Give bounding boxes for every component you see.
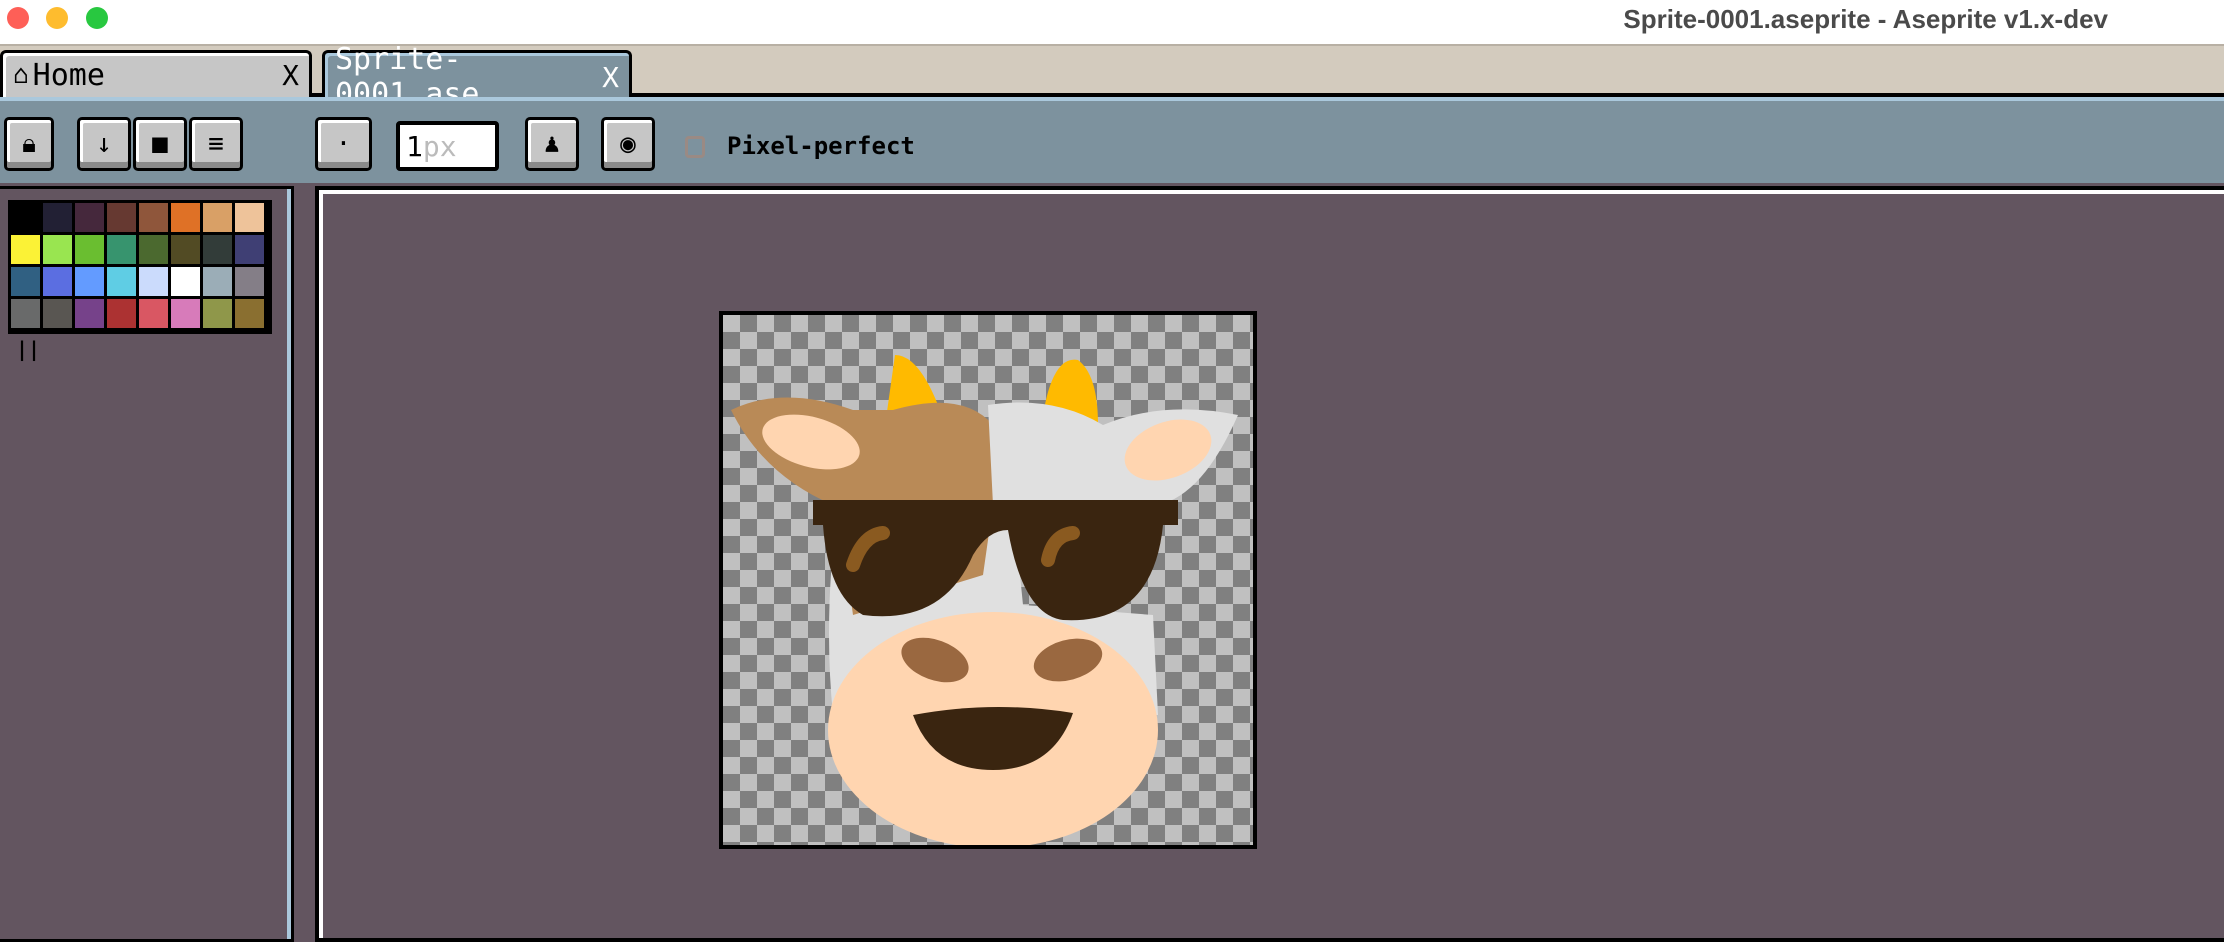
- dot-icon: ·: [335, 129, 352, 159]
- palette-swatch[interactable]: [171, 299, 200, 328]
- menu-icon: ≡: [208, 129, 224, 159]
- palette-swatch[interactable]: [43, 299, 72, 328]
- palette-swatch[interactable]: [107, 235, 136, 264]
- palette-swatch[interactable]: [11, 299, 40, 328]
- palette-swatch[interactable]: [75, 299, 104, 328]
- palette-swatch[interactable]: [43, 203, 72, 232]
- home-icon: ⌂: [13, 60, 29, 90]
- palette-swatch[interactable]: [203, 235, 232, 264]
- sort-down-button[interactable]: ↓: [77, 117, 131, 171]
- palette-swatch[interactable]: [171, 235, 200, 264]
- cow-sprite-image: [731, 355, 1238, 848]
- ink-button[interactable]: ♟: [525, 117, 579, 171]
- context-toolbar: 🔒︎ ↓ ■ ≡ · 1 px ♟ ◉ Pixel-perfect: [0, 97, 2224, 183]
- palette-swatch[interactable]: [235, 203, 264, 232]
- window-title: Sprite-0001.aseprite - Aseprite v1.x-dev: [1623, 4, 2108, 34]
- options-menu-button[interactable]: ≡: [189, 117, 243, 171]
- document-icon: ■: [152, 129, 168, 159]
- close-icon[interactable]: X: [602, 61, 619, 94]
- palette-swatch[interactable]: [139, 203, 168, 232]
- palette-swatch[interactable]: [235, 299, 264, 328]
- title-bar: Sprite-0001.aseprite - Aseprite v1.x-dev: [0, 0, 2224, 46]
- dynamics-button[interactable]: ◉: [601, 117, 655, 171]
- brush-size-unit: px: [422, 129, 457, 163]
- palette-swatch[interactable]: [43, 267, 72, 296]
- ink-bottle-icon: ♟: [544, 129, 560, 159]
- tab-home[interactable]: ⌂ Home X: [0, 50, 312, 97]
- pixel-perfect-checkbox[interactable]: [685, 136, 705, 158]
- palette-swatch[interactable]: [171, 267, 200, 296]
- dynamics-icon: ◉: [620, 129, 636, 159]
- brush-size-value: 1: [406, 129, 423, 163]
- palette-swatch[interactable]: [11, 267, 40, 296]
- close-icon[interactable]: X: [282, 59, 299, 92]
- palette-swatch[interactable]: [11, 235, 40, 264]
- palette-swatch[interactable]: [139, 235, 168, 264]
- lock-button[interactable]: 🔒︎: [4, 117, 54, 171]
- palette-swatch[interactable]: [43, 235, 72, 264]
- palette-panel: ||: [0, 186, 294, 942]
- palette-swatch[interactable]: [139, 299, 168, 328]
- brush-size-input[interactable]: 1 px: [396, 121, 499, 171]
- sprite-canvas[interactable]: [719, 311, 1257, 849]
- maximize-window-button[interactable]: [86, 7, 108, 29]
- palette-swatch[interactable]: [171, 203, 200, 232]
- sprite-editor[interactable]: [315, 186, 2224, 942]
- palette-swatch[interactable]: [75, 267, 104, 296]
- palette-swatch[interactable]: [107, 203, 136, 232]
- lock-icon: 🔒︎: [22, 128, 36, 159]
- palette-swatch[interactable]: [107, 299, 136, 328]
- palette-swatch[interactable]: [235, 267, 264, 296]
- palette-swatch[interactable]: [11, 203, 40, 232]
- palette-swatch[interactable]: [75, 235, 104, 264]
- close-window-button[interactable]: [7, 7, 29, 29]
- tab-bar: ⌂ Home X Sprite-0001.ase X: [0, 42, 2224, 112]
- palette-swatch[interactable]: [107, 267, 136, 296]
- tab-sprite[interactable]: Sprite-0001.ase X: [322, 42, 632, 112]
- palette-swatch[interactable]: [203, 267, 232, 296]
- palette-swatch[interactable]: [203, 299, 232, 328]
- palette-swatch[interactable]: [235, 235, 264, 264]
- palette-swatch[interactable]: [75, 203, 104, 232]
- palette-swatch[interactable]: [203, 203, 232, 232]
- presets-button[interactable]: ■: [133, 117, 187, 171]
- tab-label: Home: [32, 57, 105, 93]
- brush-type-button[interactable]: ·: [315, 117, 372, 171]
- color-palette: [8, 200, 272, 334]
- arrow-down-icon: ↓: [96, 129, 112, 159]
- pixel-perfect-label: Pixel-perfect: [727, 132, 915, 160]
- palette-swatch[interactable]: [139, 267, 168, 296]
- minimize-window-button[interactable]: [46, 7, 68, 29]
- palette-resize-handle[interactable]: ||: [16, 337, 40, 361]
